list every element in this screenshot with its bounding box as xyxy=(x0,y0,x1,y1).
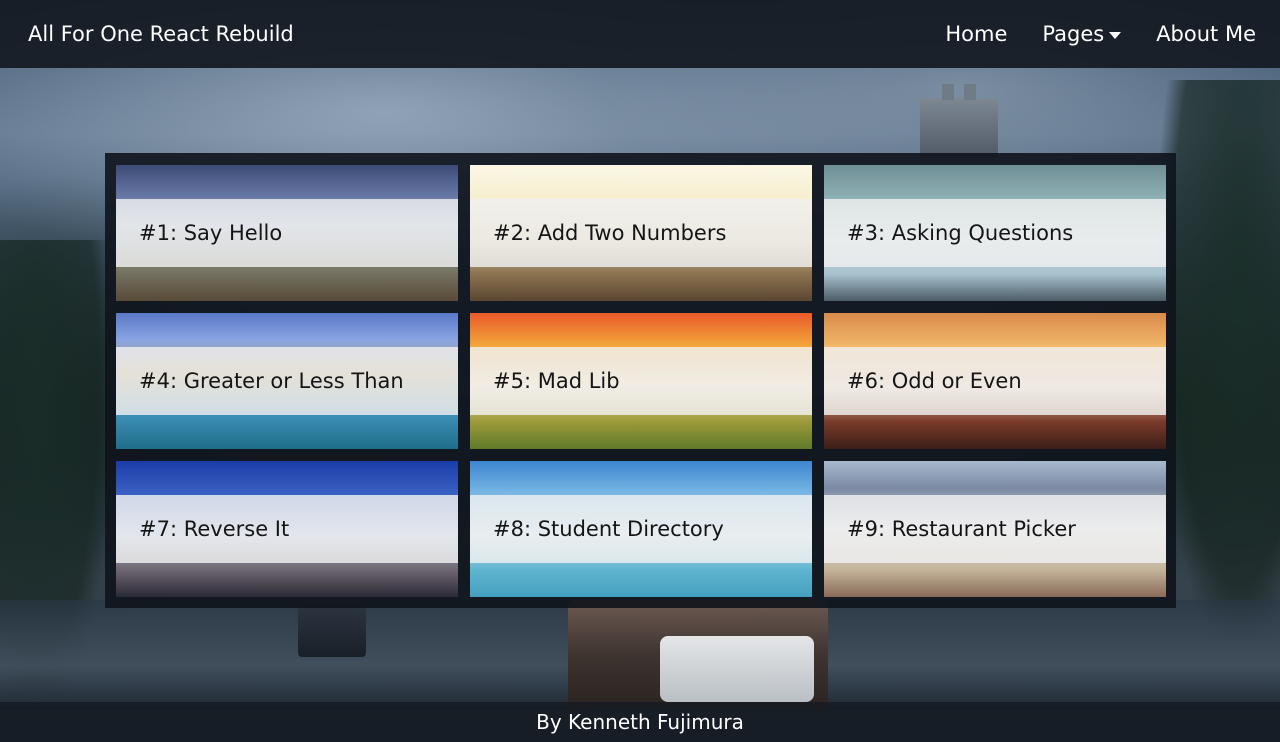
card-label: #8: Student Directory xyxy=(470,495,812,563)
program-card-greater-or-less-than[interactable]: #4: Greater or Less Than xyxy=(116,313,458,449)
background-chimney xyxy=(920,84,998,158)
program-card-say-hello[interactable]: #1: Say Hello xyxy=(116,165,458,301)
card-label: #7: Reverse It xyxy=(116,495,458,563)
background-cable-car-front xyxy=(568,600,828,710)
program-card-odd-or-even[interactable]: #6: Odd or Even xyxy=(824,313,1166,449)
program-card-restaurant-picker[interactable]: #9: Restaurant Picker xyxy=(824,461,1166,597)
program-card-asking-questions[interactable]: #3: Asking Questions xyxy=(824,165,1166,301)
nav-pages-dropdown[interactable]: Pages xyxy=(1042,20,1122,48)
footer-credit: By Kenneth Fujimura xyxy=(536,710,744,734)
nav-home-label: Home xyxy=(945,22,1008,46)
nav-about-label: About Me xyxy=(1156,22,1256,46)
card-label: #5: Mad Lib xyxy=(470,347,812,415)
card-label: #9: Restaurant Picker xyxy=(824,495,1166,563)
background-cable-car-sign xyxy=(660,636,814,702)
navbar: All For One React Rebuild Home Pages Abo… xyxy=(0,0,1280,68)
nav-about-link[interactable]: About Me xyxy=(1156,20,1256,48)
program-card-panel: #1: Say Hello #2: Add Two Numbers #3: As… xyxy=(105,153,1176,608)
nav-home-link[interactable]: Home xyxy=(945,20,1007,48)
card-label: #1: Say Hello xyxy=(116,199,458,267)
nav-pages-label: Pages xyxy=(1042,22,1105,46)
background-street xyxy=(0,600,1280,710)
program-card-student-directory[interactable]: #8: Student Directory xyxy=(470,461,812,597)
card-label: #4: Greater or Less Than xyxy=(116,347,458,415)
background-tree-left xyxy=(0,240,110,710)
caret-down-icon xyxy=(1109,31,1122,39)
card-label: #3: Asking Questions xyxy=(824,199,1166,267)
card-label: #6: Odd or Even xyxy=(824,347,1166,415)
card-label: #2: Add Two Numbers xyxy=(470,199,812,267)
navbar-brand-link[interactable]: All For One React Rebuild xyxy=(28,20,294,48)
program-card-reverse-it[interactable]: #7: Reverse It xyxy=(116,461,458,597)
background-tree-right xyxy=(1160,80,1280,640)
footer: By Kenneth Fujimura xyxy=(0,702,1280,742)
program-card-add-two-numbers[interactable]: #2: Add Two Numbers xyxy=(470,165,812,301)
program-card-mad-lib[interactable]: #5: Mad Lib xyxy=(470,313,812,449)
program-card-grid: #1: Say Hello #2: Add Two Numbers #3: As… xyxy=(116,165,1166,597)
background-cable-car xyxy=(298,605,366,657)
navbar-links: Home Pages About Me xyxy=(910,20,1256,48)
